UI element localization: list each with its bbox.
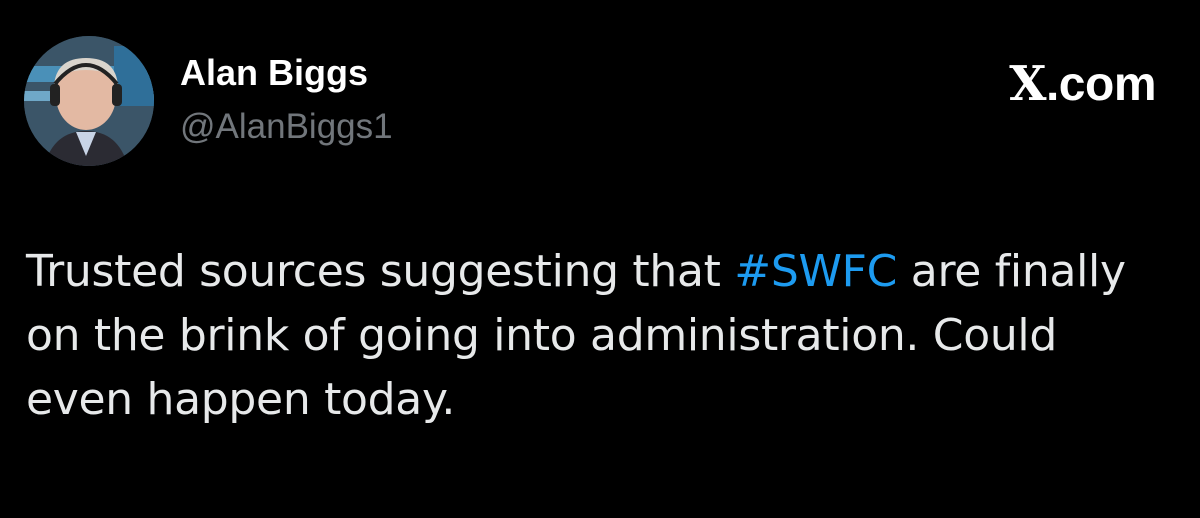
tweet-body: Trusted sources suggesting that #SWFC ar… bbox=[26, 240, 1176, 432]
site-domain-suffix: .com bbox=[1045, 58, 1157, 111]
author-avatar[interactable] bbox=[24, 36, 154, 166]
author-display-name[interactable]: Alan Biggs bbox=[180, 52, 368, 94]
author-handle[interactable]: @AlanBiggs1 bbox=[180, 107, 393, 147]
tweet-text-start: Trusted sources suggesting that bbox=[26, 246, 735, 297]
x-icon: X bbox=[1009, 56, 1046, 112]
avatar-image bbox=[24, 36, 154, 166]
tweet-card: Alan Biggs @AlanBiggs1 X.com Trusted sou… bbox=[0, 0, 1200, 518]
hashtag-link[interactable]: #SWFC bbox=[734, 246, 897, 297]
x-logo: X.com bbox=[1009, 56, 1156, 112]
